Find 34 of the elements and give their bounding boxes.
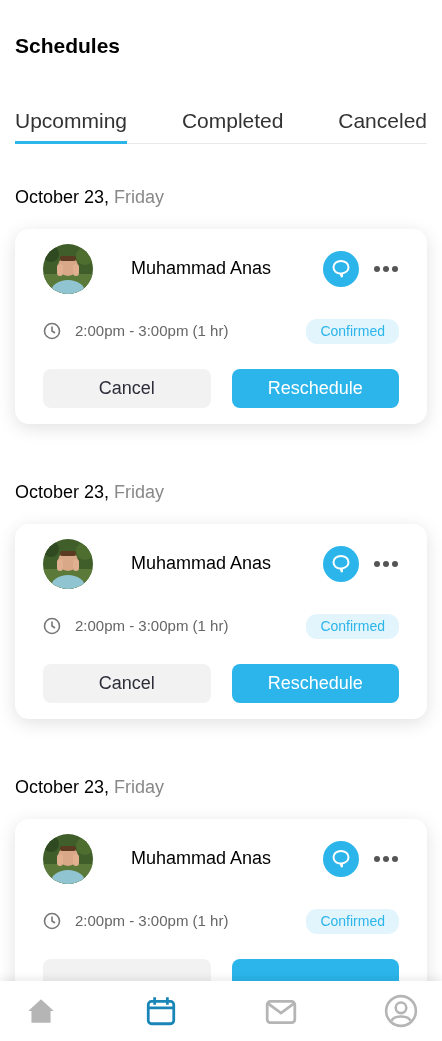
chat-button[interactable]: [323, 250, 359, 287]
tab[interactable]: Upcomming: [15, 105, 128, 144]
status-badge: Confirmed: [306, 318, 399, 344]
speech-bubble-icon: [330, 257, 352, 280]
date-heading: October 23, Friday: [15, 185, 166, 209]
tab[interactable]: Canceled: [338, 105, 427, 144]
person-name: Muhammad Anas: [131, 257, 273, 281]
time-range: 2:00pm - 3:00pm (1 hr): [75, 910, 230, 931]
more-icon: [373, 560, 399, 569]
speech-bubble-icon: [330, 552, 352, 575]
profile-icon: [384, 994, 418, 1028]
clock-icon: [43, 322, 61, 341]
more-icon: [373, 855, 399, 864]
time-range: 2:00pm - 3:00pm (1 hr): [75, 320, 230, 341]
speech-bubble-icon: [330, 847, 352, 870]
cancel-button[interactable]: Cancel: [43, 663, 211, 703]
calendar-icon: [144, 994, 178, 1028]
date-heading: October 23, Friday: [15, 480, 166, 504]
person-name: Muhammad Anas: [131, 847, 273, 871]
tab[interactable]: Completed: [181, 105, 284, 144]
clock-icon: [43, 617, 61, 636]
calendar-tab[interactable]: [144, 994, 178, 1028]
status-badge: Confirmed: [306, 613, 399, 639]
time-range: 2:00pm - 3:00pm (1 hr): [75, 615, 230, 636]
chat-button[interactable]: [323, 545, 359, 582]
profile-tab[interactable]: [384, 994, 418, 1028]
clock-icon: [43, 912, 61, 931]
chat-button[interactable]: [323, 840, 359, 877]
cancel-button[interactable]: Cancel: [43, 368, 211, 408]
more-icon: [373, 265, 399, 274]
status-badge: Confirmed: [306, 908, 399, 934]
date-heading: October 23, Friday: [15, 775, 166, 799]
person-name: Muhammad Anas: [131, 552, 273, 576]
page-title: Schedules: [15, 33, 122, 59]
